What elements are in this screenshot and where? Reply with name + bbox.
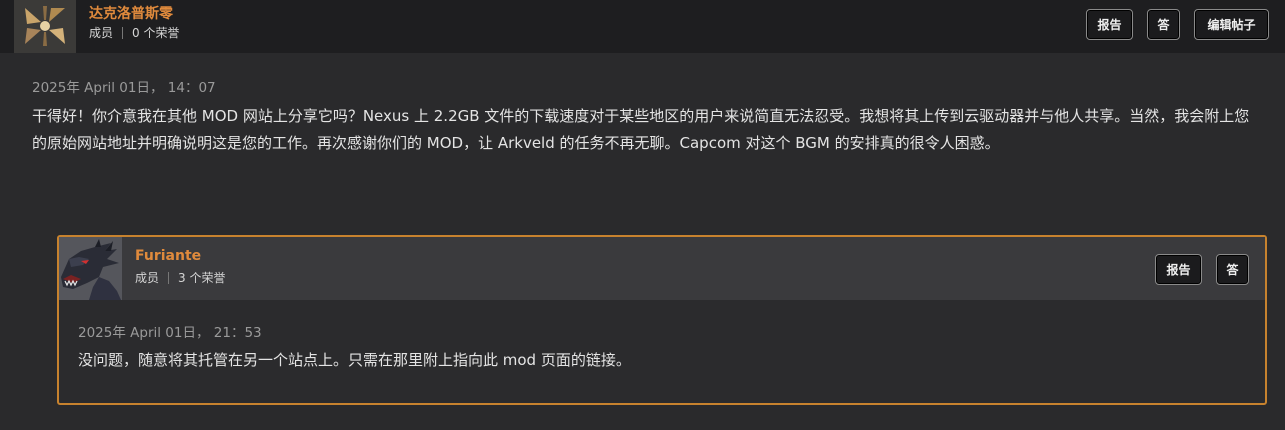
comment-thread: 达克洛普斯零 成员 0 个荣誉 报告 答 编辑帖子 2025年 April 01… (0, 0, 1285, 430)
reply-date: 2025年 April 01日， 21：53 (78, 325, 262, 341)
author-name[interactable]: 达克洛普斯零 (89, 3, 173, 23)
reply-report-button[interactable]: 报告 (1155, 254, 1202, 285)
author-role: 成员 (89, 26, 114, 40)
reply-avatar[interactable] (59, 237, 122, 300)
meta-divider (122, 26, 124, 39)
avatar[interactable] (14, 0, 76, 53)
reply-author-role: 成员 (135, 271, 160, 285)
report-button[interactable]: 报告 (1086, 9, 1133, 40)
reply-button[interactable]: 答 (1147, 9, 1180, 40)
reply-card: Furiante 成员 3 个荣誉 报告 答 2025年 April 01日， … (57, 235, 1267, 405)
author-meta: 成员 0 个荣誉 (89, 24, 179, 41)
reply-reply-button[interactable]: 答 (1216, 254, 1249, 285)
author-reputation: 0 个荣誉 (132, 26, 180, 40)
dragon-avatar-image (59, 237, 122, 300)
post-header: 达克洛普斯零 成员 0 个荣誉 报告 答 编辑帖子 (0, 0, 1285, 53)
reply-header: Furiante 成员 3 个荣誉 报告 答 (59, 237, 1265, 300)
reply-author-reputation: 3 个荣誉 (178, 271, 226, 285)
reply-author-meta: 成员 3 个荣誉 (135, 269, 225, 286)
post-body: 干得好！你介意我在其他 MOD 网站上分享它吗？Nexus 上 2.2GB 文件… (32, 107, 1250, 152)
post-date: 2025年 April 01日， 14：07 (32, 80, 216, 96)
reply-body: 没问题，随意将其托管在另一个站点上。只需在那里附上指向此 mod 页面的链接。 (78, 351, 631, 369)
reply-author-name[interactable]: Furiante (135, 248, 201, 264)
meta-divider (168, 271, 170, 284)
edit-post-button[interactable]: 编辑帖子 (1194, 9, 1269, 40)
avatar-image (14, 0, 76, 53)
